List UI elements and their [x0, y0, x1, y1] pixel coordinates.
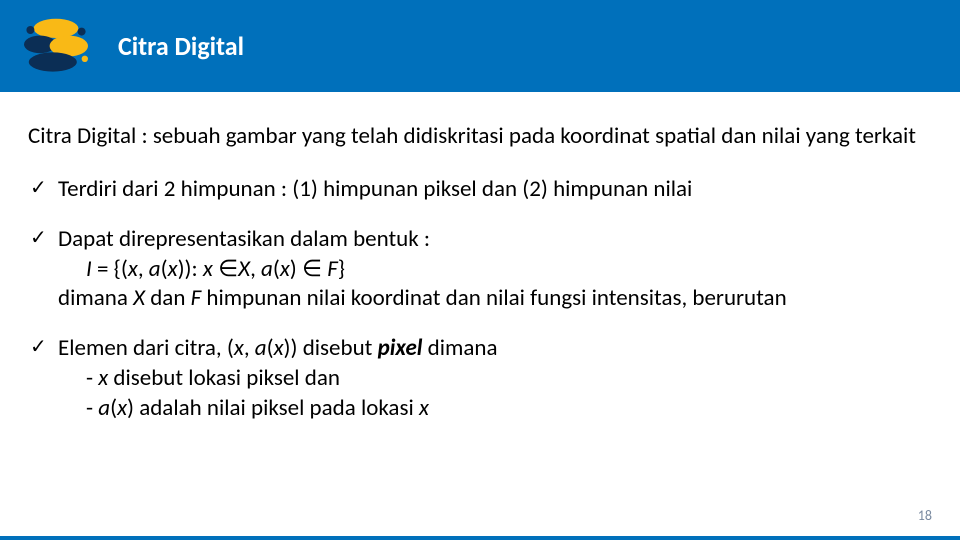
bullet-3-sub2: - a(x) adalah nilai piksel pada lokasi x — [58, 394, 938, 424]
page-number: 18 — [918, 507, 932, 524]
bullet-3-sub1: - x disebut lokasi piksel dan — [58, 364, 938, 394]
bullet-2-lead: Dapat direpresentasikan dalam bentuk : — [58, 225, 430, 253]
slide-header: Citra Digital — [0, 0, 960, 92]
bullet-1: Terdiri dari 2 himpunan : (1) himpunan p… — [28, 175, 938, 205]
pixel-term: pixel — [378, 334, 423, 362]
bullet-2: Dapat direpresentasikan dalam bentuk : I… — [28, 225, 938, 315]
bullet-1-text: Terdiri dari 2 himpunan : (1) himpunan p… — [58, 175, 692, 203]
slide-body: Citra Digital : sebuah gambar yang telah… — [0, 92, 960, 536]
bullet-list: Terdiri dari 2 himpunan : (1) himpunan p… — [28, 175, 938, 424]
logo-icon — [16, 6, 96, 86]
bullet-2-formula: I = {(x, a(x)): x ∈X, a(x) ∈ F} — [58, 255, 938, 285]
slide-title: Citra Digital — [118, 30, 244, 62]
bullet-2-where: dimana X dan F himpunan nilai koordinat … — [58, 284, 787, 312]
intro-text: Citra Digital : sebuah gambar yang telah… — [28, 122, 938, 151]
logo — [12, 2, 100, 90]
bullet-3: Elemen dari citra, (x, a(x)) disebut pix… — [28, 334, 938, 424]
footer-accent-bar — [0, 536, 960, 540]
